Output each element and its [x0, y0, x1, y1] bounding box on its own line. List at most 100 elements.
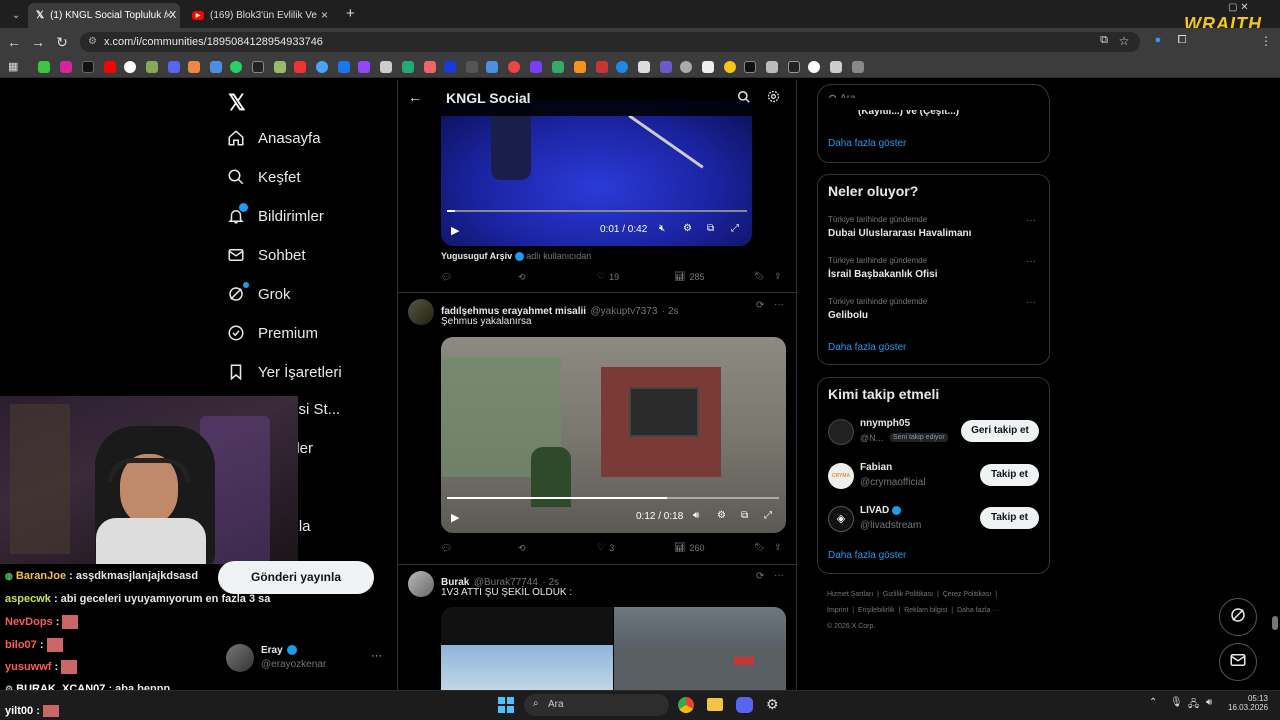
facebook-icon[interactable] [338, 61, 350, 73]
bookmark-icon[interactable] [424, 61, 436, 73]
bookmark-icon[interactable] [552, 61, 564, 73]
apps-icon[interactable]: ▦ [8, 60, 18, 73]
volume-icon[interactable]: 🔊︎ [1206, 697, 1212, 708]
follow-back-button[interactable]: Geri takip et [961, 420, 1039, 442]
messages-floating-button[interactable] [1219, 643, 1257, 681]
show-more-link[interactable]: Daha fazla göster [828, 550, 906, 561]
bookmark-icon[interactable] [188, 61, 200, 73]
reply-button[interactable]: 💬︎ [441, 272, 452, 283]
back-arrow-icon[interactable]: ← [408, 89, 422, 105]
trend-item[interactable]: Türkiye tarihinde gündemde Dubai Uluslar… [818, 211, 1049, 251]
twitch-icon[interactable] [358, 61, 370, 73]
bookmark-icon[interactable] [294, 61, 306, 73]
suggestion-item[interactable]: ◈ LIVAD @livadstream Takip et [818, 501, 1049, 541]
sidebar-item-notifications[interactable]: Bildirimler [226, 203, 324, 226]
install-icon[interactable]: ⧉ [1096, 34, 1112, 47]
star-icon[interactable]: ☆ [1116, 34, 1132, 48]
bookmark-icon[interactable] [444, 61, 456, 73]
share-button[interactable]: ⇪ [774, 271, 782, 282]
views-button[interactable]: 📊︎ 260 [674, 542, 704, 553]
more-icon[interactable]: ··· [1026, 297, 1036, 308]
fullscreen-icon[interactable]: ⤢ [731, 223, 739, 234]
bookmark-icon[interactable] [380, 61, 392, 73]
bookmark-button[interactable]: 🔖︎ [754, 542, 765, 553]
repost-button[interactable]: ⟲ [518, 272, 526, 283]
bookmark-icon[interactable] [680, 61, 692, 73]
search-icon[interactable] [737, 90, 751, 109]
bookmark-icon[interactable] [402, 61, 414, 73]
bookmark-icon[interactable] [744, 61, 756, 73]
bookmark-icon[interactable] [146, 61, 158, 73]
bookmark-icon[interactable] [574, 61, 586, 73]
more-icon[interactable]: ··· [1026, 256, 1036, 267]
follow-button[interactable]: Takip et [980, 464, 1039, 486]
bookmark-icon[interactable] [788, 61, 800, 73]
sidebar-item-explore[interactable]: Keşfet [226, 167, 301, 187]
pip-icon[interactable]: ⧉ [707, 223, 714, 234]
close-icon[interactable]: × [321, 8, 328, 22]
play-icon[interactable]: ▶ [451, 224, 459, 237]
bookmark-icon[interactable] [316, 61, 328, 73]
repost-button[interactable]: ⟲ [518, 543, 526, 554]
sidebar-item-messages[interactable]: Sohbet [226, 245, 306, 265]
footer-link[interactable]: Hizmet Şartları [827, 591, 873, 598]
media-image[interactable] [441, 607, 613, 690]
author-handle[interactable]: @yakuptv7373 [591, 306, 658, 317]
bookmark-icon[interactable] [638, 61, 650, 73]
reload-icon[interactable]: ↻ [54, 34, 70, 51]
bookmark-icon[interactable] [830, 61, 842, 73]
show-more-link[interactable]: Daha fazla göster [828, 342, 906, 353]
suggestion-item[interactable]: CRYMA Fabian @crymaofficial Takip et [818, 458, 1049, 498]
footer-link[interactable]: Erişilebilirlik [858, 607, 895, 614]
file-explorer-icon[interactable] [707, 698, 723, 711]
suggestion-item[interactable]: nnymph05 @N... Seni takip ediyor Geri ta… [818, 414, 1049, 454]
bookmark-icon[interactable] [724, 61, 736, 73]
more-icon[interactable]: ··· [1026, 215, 1036, 226]
bookmark-icon[interactable] [486, 61, 498, 73]
sidebar-item-grok[interactable]: Grok [226, 282, 291, 304]
bookmark-icon[interactable] [38, 61, 50, 73]
tab-search-button[interactable]: ⌄ [4, 3, 28, 28]
reply-button[interactable]: 💬︎ [441, 543, 452, 554]
bookmark-icon[interactable] [252, 61, 264, 73]
bookmark-icon[interactable] [530, 61, 542, 73]
footer-link[interactable]: Daha fazla ··· [957, 607, 999, 614]
bookmark-button[interactable]: 🔖︎ [754, 271, 765, 282]
sidebar-item-bookmarks[interactable]: Yer İşaretleri [226, 362, 342, 382]
avatar[interactable] [408, 571, 434, 597]
tab-youtube[interactable]: ▶ (169) Blok3'ün Evlilik Ve Çocuk × [184, 3, 336, 28]
extension-icon[interactable]: ● [1150, 34, 1166, 46]
bookmark-icon[interactable] [852, 61, 864, 73]
show-more-link[interactable]: Daha fazla göster [828, 138, 906, 149]
window-controls[interactable]: ▢ ✕ [1228, 2, 1249, 13]
taskbar-search[interactable]: ⌕ Ara [524, 694, 669, 716]
video-player[interactable]: ▶ 0:01 / 0:42 🔇︎ ⚙ ⧉ ⤢ [441, 100, 752, 246]
footer-link[interactable]: Imprint [827, 607, 848, 614]
chevron-up-icon[interactable]: ⌃ [1149, 697, 1157, 708]
sidebar-item-premium[interactable]: Premium [226, 323, 318, 343]
app-icon[interactable]: ⚙ [766, 696, 779, 713]
fullscreen-icon[interactable]: ⤢ [764, 510, 772, 521]
bookmark-icon[interactable] [616, 61, 628, 73]
bookmark-icon[interactable] [210, 61, 222, 73]
grok-icon[interactable]: ⟳ [756, 571, 764, 582]
volume-icon[interactable]: 🔇︎ [659, 223, 665, 234]
windows-start-icon[interactable] [498, 697, 514, 713]
bookmark-icon[interactable] [660, 61, 672, 73]
like-button[interactable]: ♡ 19 [597, 271, 619, 282]
media-image[interactable] [614, 607, 786, 690]
clock[interactable]: 05:13 16.03.2026 [1228, 694, 1268, 712]
more-icon[interactable]: ··· [371, 650, 382, 662]
settings-icon[interactable]: ⚙ [717, 510, 726, 521]
menu-icon[interactable]: ⋮ [1258, 34, 1274, 48]
address-bar[interactable]: ⚙ x.com/i/communities/189508412895493374… [80, 32, 1140, 52]
views-button[interactable]: 📊︎ 285 [674, 271, 704, 282]
more-icon[interactable]: ··· [774, 570, 784, 581]
network-icon[interactable]: 🖧︎ [1188, 697, 1199, 714]
bookmark-icon[interactable] [508, 61, 520, 73]
bookmark-icon[interactable] [466, 61, 478, 73]
close-icon[interactable]: × [165, 8, 172, 22]
trend-item[interactable]: Türkiye tarihinde gündemde Gelibolu ··· [818, 293, 1049, 333]
bookmark-icon[interactable] [596, 61, 608, 73]
grok-floating-button[interactable] [1219, 598, 1257, 636]
